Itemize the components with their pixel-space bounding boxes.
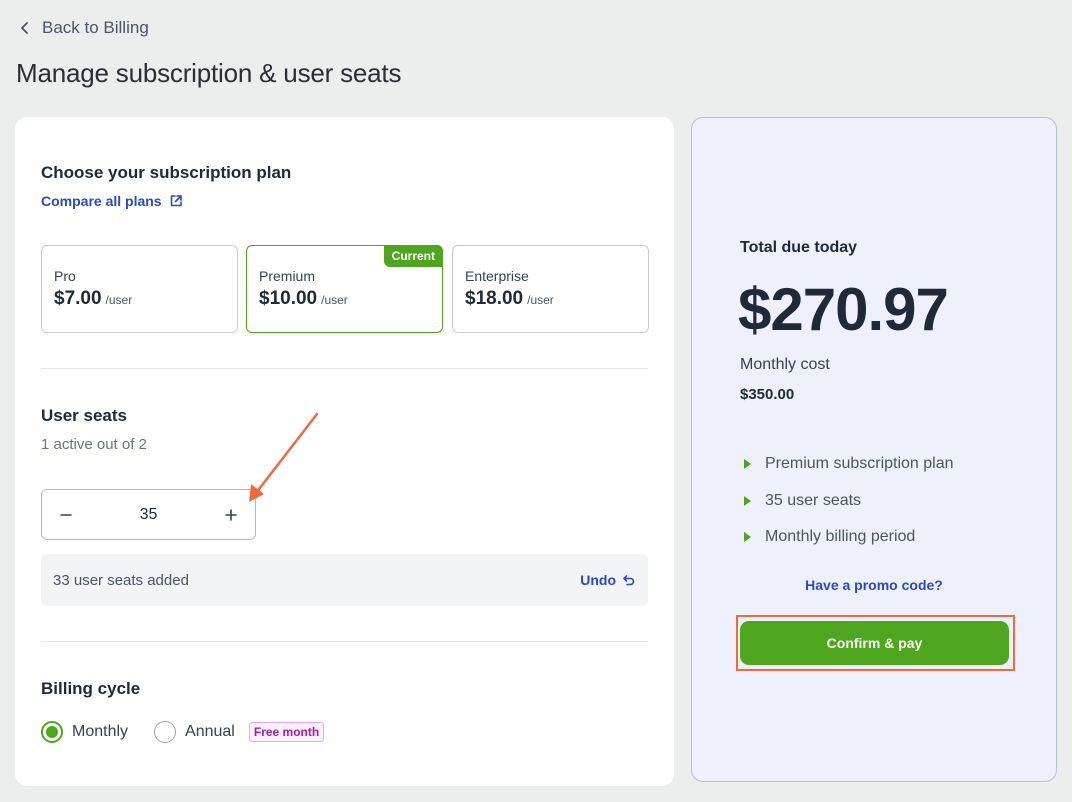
seats-input[interactable] [108, 505, 189, 524]
billing-option-annual[interactable]: Annual Free month [154, 721, 325, 743]
back-label: Back to Billing [42, 18, 149, 37]
monthly-cost-value: $350.00 [740, 386, 795, 403]
list-item-text: 35 user seats [765, 491, 862, 509]
section-divider [41, 641, 648, 642]
radio-label: Annual [185, 723, 235, 740]
back-to-billing-link[interactable]: Back to Billing [18, 18, 149, 38]
billing-cycle-options: Monthly Annual Free month [41, 721, 325, 743]
plan-card-enterprise[interactable]: Enterprise $18.00 /user [452, 245, 649, 333]
plan-name: Pro [54, 268, 76, 284]
undo-button[interactable]: Undo [580, 572, 636, 588]
undo-label: Undo [580, 572, 616, 588]
radio-checked[interactable] [41, 721, 63, 743]
list-item: 35 user seats [744, 483, 954, 520]
list-item-text: Monthly billing period [765, 528, 916, 546]
section-divider [41, 368, 648, 369]
seats-stepper [41, 489, 256, 540]
plan-section-heading: Choose your subscription plan [41, 163, 292, 182]
plan-name: Enterprise [465, 268, 529, 284]
confirm-pay-button[interactable]: Confirm & pay [740, 621, 1009, 665]
minus-icon [60, 513, 72, 516]
plan-unit: /user [527, 293, 554, 307]
seats-section-heading: User seats [41, 406, 128, 425]
promo-code-link[interactable]: Have a promo code? [692, 577, 1056, 593]
plan-name: Premium [259, 268, 316, 284]
current-plan-badge: Current [383, 245, 443, 267]
decrement-button[interactable] [54, 503, 78, 527]
billing-section-heading: Billing cycle [41, 679, 141, 698]
plan-unit: /user [321, 293, 348, 307]
external-link-icon [170, 195, 182, 207]
increment-button[interactable] [219, 503, 243, 527]
plan-price: $18.00 [465, 288, 524, 309]
list-item: Monthly billing period [744, 519, 954, 556]
subscription-card: Choose your subscription plan Compare al… [15, 117, 674, 786]
radio-label: Monthly [72, 723, 129, 740]
order-summary-card: Total due today $270.97 Monthly cost $35… [691, 117, 1057, 782]
chevron-left-icon [21, 22, 28, 34]
radio-unchecked[interactable] [154, 721, 177, 743]
list-item-text: Premium subscription plan [765, 455, 954, 473]
total-due-label: Total due today [740, 239, 858, 256]
plan-card-premium[interactable]: Current Premium $10.00 /user [246, 245, 443, 333]
plan-card-pro[interactable]: Pro $7.00 /user [41, 245, 238, 333]
plan-price: $7.00 [54, 288, 102, 309]
free-month-badge: Free month [248, 722, 325, 742]
plan-unit: /user [105, 293, 133, 307]
compare-plans-link[interactable]: Compare all plans [41, 193, 183, 209]
billing-option-monthly[interactable]: Monthly [41, 721, 128, 743]
total-due-amount: $270.97 [738, 276, 949, 343]
compare-plans-label: Compare all plans [41, 193, 162, 209]
active-seats-text: 1 active out of 2 [41, 436, 147, 453]
list-item: Premium subscription plan [744, 446, 954, 483]
seats-added-text: 33 user seats added [53, 571, 189, 589]
triangle-bullet-icon [744, 459, 751, 470]
seats-added-banner: 33 user seats added Undo [41, 554, 648, 606]
page-title: Manage subscription & user seats [16, 58, 402, 88]
triangle-bullet-icon [744, 532, 751, 543]
summary-list: Premium subscription plan 35 user seats … [744, 446, 954, 556]
monthly-cost-label: Monthly cost [740, 356, 830, 373]
plus-icon [225, 508, 237, 521]
triangle-bullet-icon [744, 495, 751, 506]
plan-price: $10.00 [259, 288, 318, 309]
undo-icon [623, 575, 635, 586]
